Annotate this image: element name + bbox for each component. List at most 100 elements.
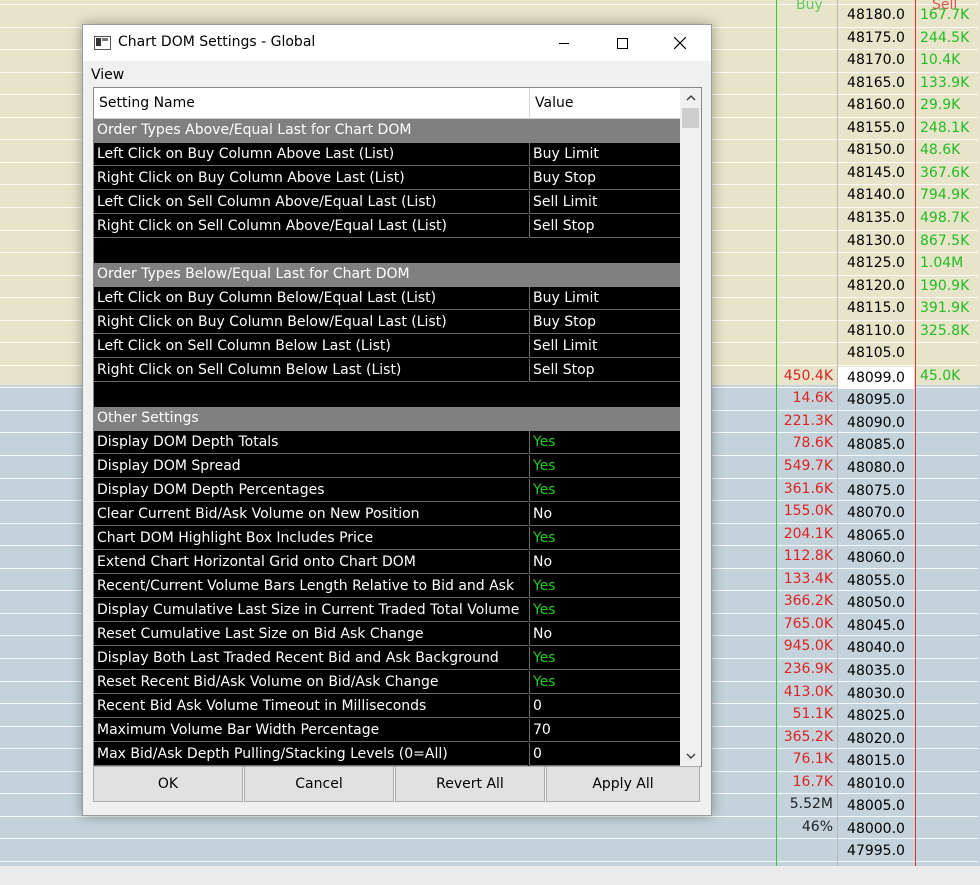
setting-value[interactable]: Sell Limit [529, 191, 680, 214]
setting-row[interactable]: Reset Recent Bid/Ask Volume on Bid/Ask C… [94, 671, 680, 695]
setting-value[interactable]: No [529, 551, 680, 574]
price-cell[interactable]: 48180.0 [838, 4, 914, 26]
price-cell[interactable]: 48130.0 [838, 230, 914, 252]
setting-row[interactable]: Max Bid/Ask Depth Pulling/Stacking Level… [94, 743, 680, 766]
setting-value[interactable]: Buy Limit [529, 287, 680, 310]
setting-row[interactable]: Left Click on Sell Column Above/Equal La… [94, 191, 680, 215]
price-cell[interactable]: 48120.0 [838, 275, 914, 297]
setting-row[interactable]: Right Click on Buy Column Above Last (Li… [94, 167, 680, 191]
price-cell[interactable]: 48105.0 [838, 342, 914, 364]
buy-depth-cell[interactable]: 78.6K [777, 432, 833, 454]
buy-depth-cell[interactable]: 76.1K [777, 748, 833, 770]
column-header-value[interactable]: Value [530, 88, 680, 118]
price-cell[interactable]: 48010.0 [838, 773, 914, 795]
setting-value[interactable]: Yes [529, 431, 680, 454]
sell-depth-cell[interactable]: 167.7K [920, 4, 978, 26]
buy-depth-cell[interactable]: 765.0K [777, 613, 833, 635]
buy-depth-cell[interactable]: 361.6K [777, 478, 833, 500]
price-cell[interactable]: 48085.0 [838, 434, 914, 456]
setting-row[interactable]: Right Click on Sell Column Above/Equal L… [94, 215, 680, 239]
setting-row[interactable]: Display Cumulative Last Size in Current … [94, 599, 680, 623]
sell-depth-cell[interactable]: 48.6K [920, 139, 978, 161]
price-cell[interactable]: 48125.0 [838, 252, 914, 274]
setting-row[interactable]: Right Click on Buy Column Below/Equal La… [94, 311, 680, 335]
price-cell[interactable]: 48095.0 [838, 389, 914, 411]
price-cell[interactable]: 48115.0 [838, 297, 914, 319]
sell-depth-cell[interactable]: 391.9K [920, 297, 978, 319]
price-cell[interactable]: 48065.0 [838, 525, 914, 547]
buy-depth-cell[interactable]: 549.7K [777, 455, 833, 477]
setting-value[interactable]: No [529, 503, 680, 526]
buy-depth-cell[interactable]: 14.6K [777, 387, 833, 409]
buy-depth-cell[interactable]: 155.0K [777, 500, 833, 522]
price-cell[interactable]: 48175.0 [838, 27, 914, 49]
setting-value[interactable]: Yes [529, 527, 680, 550]
revert-all-button[interactable]: Revert All [395, 766, 545, 802]
price-cell[interactable]: 48140.0 [838, 184, 914, 206]
setting-row[interactable]: Maximum Volume Bar Width Percentage 70 [94, 719, 680, 743]
column-header-setting-name[interactable]: Setting Name [94, 88, 530, 118]
setting-row[interactable]: Display DOM Depth Percentages Yes [94, 479, 680, 503]
setting-value[interactable]: Sell Stop [529, 359, 680, 382]
apply-all-button[interactable]: Apply All [546, 766, 700, 802]
sell-depth-cell[interactable]: 325.8K [920, 320, 978, 342]
price-cell[interactable]: 48015.0 [838, 750, 914, 772]
price-cell[interactable]: 48070.0 [838, 502, 914, 524]
buy-depth-cell[interactable]: 16.7K [777, 771, 833, 793]
price-cell[interactable]: 48110.0 [838, 320, 914, 342]
setting-value[interactable]: Yes [529, 647, 680, 670]
maximize-button[interactable] [599, 25, 645, 61]
setting-value[interactable]: Buy Limit [529, 143, 680, 166]
setting-row[interactable]: Display Both Last Traded Recent Bid and … [94, 647, 680, 671]
setting-row[interactable]: Left Click on Sell Column Below Last (Li… [94, 335, 680, 359]
price-cell[interactable]: 48005.0 [838, 795, 914, 817]
setting-value[interactable]: Yes [529, 479, 680, 502]
buy-depth-cell[interactable]: 204.1K [777, 523, 833, 545]
setting-value[interactable]: Sell Limit [529, 335, 680, 358]
price-cell[interactable]: 48165.0 [838, 72, 914, 94]
buy-depth-cell[interactable]: 365.2K [777, 726, 833, 748]
setting-value[interactable]: Yes [529, 575, 680, 598]
buy-depth-cell[interactable]: 945.0K [777, 635, 833, 657]
price-cell[interactable]: 48135.0 [838, 207, 914, 229]
setting-row[interactable]: Left Click on Buy Column Below/Equal Las… [94, 287, 680, 311]
price-cell[interactable]: 48160.0 [838, 94, 914, 116]
setting-row[interactable]: Reset Cumulative Last Size on Bid Ask Ch… [94, 623, 680, 647]
buy-total-cell[interactable]: 5.52M [777, 793, 833, 815]
vertical-scrollbar[interactable] [680, 88, 701, 766]
buy-depth-cell[interactable]: 133.4K [777, 568, 833, 590]
setting-value[interactable]: 70 [529, 719, 680, 742]
setting-row[interactable]: Display DOM Depth Totals Yes [94, 431, 680, 455]
sell-depth-cell[interactable]: 794.9K [920, 184, 978, 206]
sell-depth-cell[interactable]: 867.5K [920, 230, 978, 252]
setting-value[interactable]: No [529, 623, 680, 646]
setting-row[interactable]: Recent Bid Ask Volume Timeout in Millise… [94, 695, 680, 719]
sell-depth-cell[interactable]: 133.9K [920, 72, 978, 94]
sell-depth-cell[interactable]: 45.0K [920, 365, 978, 387]
price-cell[interactable]: 48145.0 [838, 162, 914, 184]
setting-row[interactable]: Clear Current Bid/Ask Volume on New Posi… [94, 503, 680, 527]
buy-depth-cell[interactable]: 112.8K [777, 545, 833, 567]
setting-row[interactable]: Extend Chart Horizontal Grid onto Chart … [94, 551, 680, 575]
price-cell[interactable]: 48025.0 [838, 705, 914, 727]
price-cell[interactable]: 48040.0 [838, 637, 914, 659]
ok-button[interactable]: OK [93, 766, 243, 802]
setting-value[interactable]: Yes [529, 599, 680, 622]
price-cell[interactable]: 47995.0 [838, 840, 914, 862]
price-cell[interactable]: 48045.0 [838, 615, 914, 637]
setting-value[interactable]: 0 [529, 695, 680, 718]
close-button[interactable] [657, 25, 703, 61]
sell-depth-cell[interactable]: 498.7K [920, 207, 978, 229]
scroll-up-button[interactable] [680, 88, 701, 108]
buy-total-cell[interactable]: 46% [777, 816, 833, 838]
setting-value[interactable]: Yes [529, 671, 680, 694]
minimize-button[interactable] [541, 25, 587, 61]
setting-value[interactable]: Buy Stop [529, 167, 680, 190]
price-cell[interactable]: 48020.0 [838, 728, 914, 750]
sell-depth-cell[interactable]: 244.5K [920, 27, 978, 49]
price-cell[interactable]: 48055.0 [838, 570, 914, 592]
price-cell[interactable]: 48075.0 [838, 480, 914, 502]
sell-depth-cell[interactable]: 190.9K [920, 275, 978, 297]
setting-row[interactable]: Display DOM Spread Yes [94, 455, 680, 479]
setting-row[interactable]: Chart DOM Highlight Box Includes Price Ye… [94, 527, 680, 551]
